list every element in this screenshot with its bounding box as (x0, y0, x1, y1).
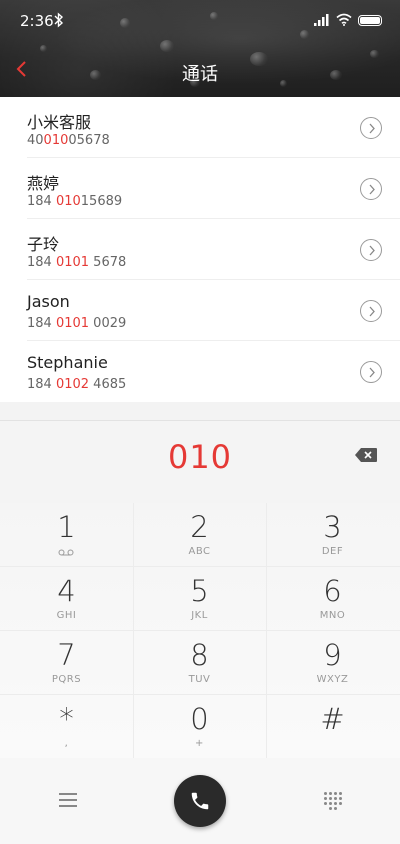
chevron-right-icon (369, 306, 375, 317)
key-5[interactable]: 5 JKL (133, 567, 266, 630)
key-3[interactable]: 3 DEF (266, 503, 399, 566)
voicemail-icon (58, 549, 74, 556)
contact-name: 燕婷 (27, 174, 60, 193)
call-button[interactable] (174, 775, 226, 827)
contact-detail-button[interactable] (360, 300, 382, 322)
contact-number: 4001005678 (27, 133, 110, 148)
contact-number: 184 01015689 (27, 194, 123, 209)
contact-row[interactable]: Jason 184 0101 0029 (0, 280, 400, 341)
backspace-icon[interactable] (354, 447, 378, 463)
contact-number: 184 0101 5678 (27, 255, 127, 270)
number-display: 010 (0, 420, 400, 504)
key-6[interactable]: 6 MNO (266, 567, 399, 630)
contact-name: 小米客服 (27, 113, 92, 132)
contact-name: 子玲 (27, 235, 60, 254)
wifi-icon (336, 13, 352, 26)
contact-detail-button[interactable] (360, 117, 382, 139)
contact-row[interactable]: Stephanie 184 0102 4685 (0, 341, 400, 402)
list-separator (0, 402, 400, 420)
contact-detail-button[interactable] (360, 178, 382, 200)
key-9[interactable]: 9 WXYZ (266, 631, 399, 694)
phone-icon (191, 792, 209, 810)
contact-name: Jason (27, 292, 70, 311)
key-1[interactable]: 1 (0, 503, 133, 566)
status-bar: 2:36 (0, 0, 400, 42)
battery-icon (358, 15, 382, 26)
contact-row[interactable]: 小米客服 4001005678 (0, 97, 400, 158)
contact-row[interactable]: 子玲 184 0101 5678 (0, 219, 400, 280)
key-2[interactable]: 2 ABC (133, 503, 266, 566)
bottom-bar (0, 758, 400, 844)
contact-number: 184 0101 0029 (27, 316, 127, 331)
key-star[interactable]: *, (0, 695, 133, 758)
dialed-number: 010 (167, 438, 233, 476)
key-4[interactable]: 4 GHI (0, 567, 133, 630)
chevron-right-icon (369, 245, 375, 256)
contact-name: Stephanie (27, 353, 108, 372)
chevron-right-icon (369, 123, 375, 134)
contact-detail-button[interactable] (360, 239, 382, 261)
bluetooth-icon (54, 12, 64, 28)
key-8[interactable]: 8 TUV (133, 631, 266, 694)
contact-detail-button[interactable] (360, 361, 382, 383)
key-7[interactable]: 7 PQRS (0, 631, 133, 694)
contact-number: 184 0102 4685 (27, 377, 127, 392)
chevron-right-icon (369, 367, 375, 378)
contact-list: 小米客服 4001005678 燕婷 184 01015689 子玲 184 0… (0, 97, 400, 402)
signal-icon (314, 14, 329, 26)
dialpad-icon[interactable] (324, 792, 342, 810)
page-title: 通话 (182, 64, 218, 85)
keypad: 1 2 ABC 3 DEF 4 GHI 5 JKL 6 MNO 7 PQRS 8 TUV 9W… (0, 503, 400, 758)
menu-icon[interactable] (59, 793, 77, 807)
contact-row[interactable]: 燕婷 184 01015689 (0, 158, 400, 219)
status-time: 2:36 (20, 12, 54, 30)
key-hash[interactable]: # (266, 695, 399, 758)
chevron-right-icon (369, 184, 375, 195)
header: 2:36 通话 (0, 0, 400, 97)
key-0[interactable]: 0 + (133, 695, 266, 758)
